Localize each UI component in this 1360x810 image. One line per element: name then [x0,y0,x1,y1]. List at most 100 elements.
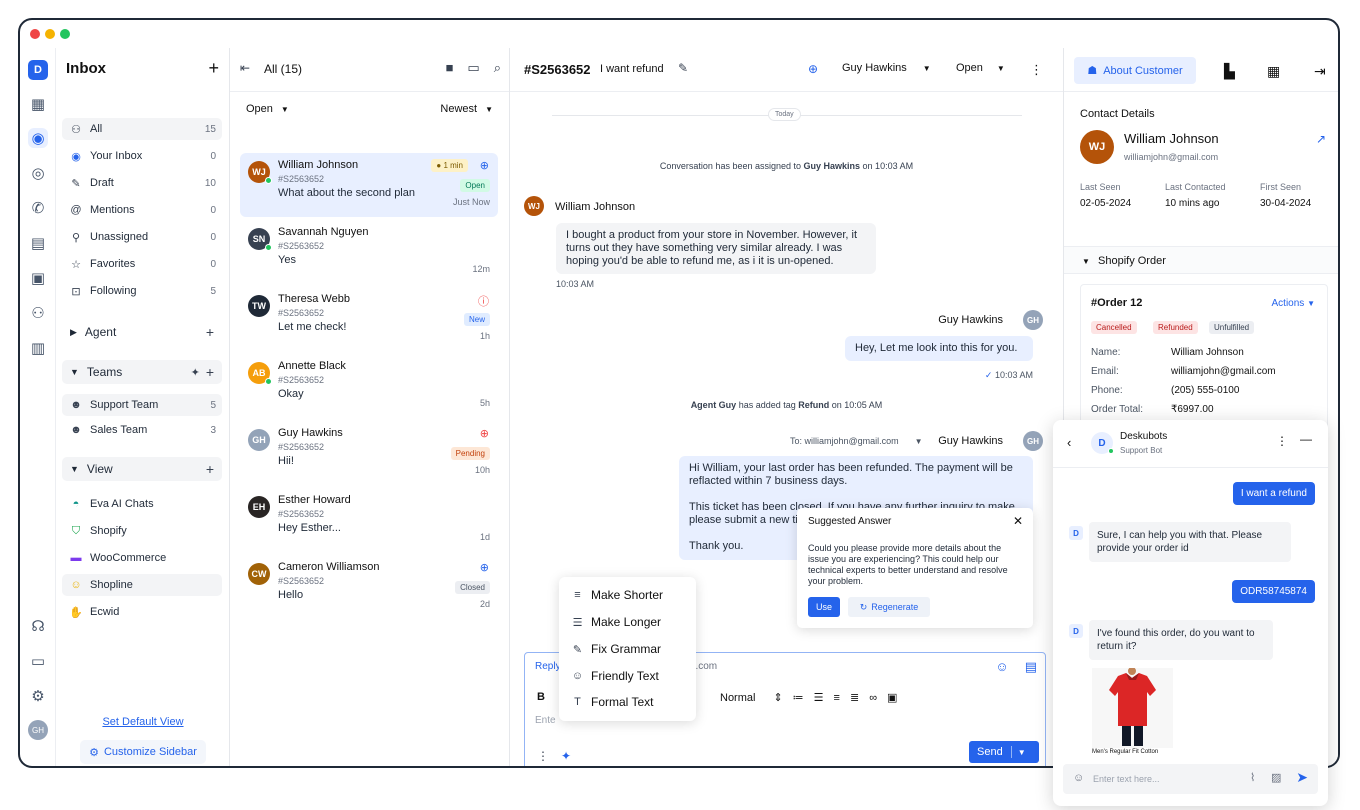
menu-item-make-longer[interactable]: ☰ Make Longer [571,615,661,629]
view-section[interactable]: ▼ View + [62,457,222,481]
order-actions-dropdown[interactable]: Actions ▼ [1272,298,1316,309]
target-icon[interactable]: ◎ [28,163,48,183]
align-left-icon[interactable]: ≡ [834,692,840,704]
chevron-down-icon[interactable]: ▼ [1018,748,1026,757]
ordered-list-icon[interactable]: ≔ [793,691,804,704]
shop-icon[interactable]: ▙ [1224,63,1235,80]
users-icon[interactable]: ⚇ [28,303,48,323]
apps-grid-icon[interactable]: ▦ [1267,63,1280,80]
add-inbox-button[interactable]: + [208,58,219,79]
image-icon[interactable]: ▨ [1271,771,1281,784]
note-icon[interactable]: ▤ [1025,659,1037,675]
sidebar-item-all[interactable]: ⚇ All 15 [62,118,222,140]
send-button[interactable]: Send ▼ [969,741,1039,763]
folder-icon[interactable]: ▣ [887,691,897,704]
user-avatar[interactable]: GH [28,720,48,740]
emoji-icon[interactable]: ☺ [1073,772,1084,784]
conversation-item[interactable]: CW Cameron Williamson #S2563652 Hello ⊕ … [240,555,498,619]
conversation-item[interactable]: AB Annette Black #S2563652 Okay 5h [240,354,498,418]
attachment-icon[interactable]: ⌇ [1250,771,1255,784]
bullet-list-icon[interactable]: ☰ [814,691,824,704]
dashboard-icon[interactable]: ▦ [28,94,48,114]
ai-sparkle-icon[interactable]: ✦ [561,749,571,763]
chat-icon[interactable]: ◉ [28,128,48,148]
customize-sidebar-button[interactable]: ⚙ Customize Sidebar [80,740,206,764]
download-icon[interactable]: ⊕ [808,62,818,76]
regenerate-button[interactable]: ↻ Regenerate [848,597,930,617]
more-options-icon[interactable]: ⋮ [1030,62,1043,78]
sidebar-item-unassigned[interactable]: ⚲ Unassigned 0 [62,226,222,248]
link-icon[interactable]: ∞ [869,692,877,704]
whatsapp-icon[interactable]: ✆ [28,198,48,218]
set-default-view-link[interactable]: Set Default View [56,716,230,728]
back-icon[interactable]: ‹ [1067,435,1071,450]
text-style-select[interactable]: Normal [720,692,755,704]
external-link-icon[interactable]: ↗ [1316,132,1326,146]
sidebar-item-shopify[interactable]: ⛉ Shopify [62,520,222,542]
shopify-order-section[interactable]: ▼ Shopify Order [1064,246,1338,274]
use-button[interactable]: Use [808,597,840,617]
add-agent-icon[interactable]: + [206,324,214,340]
sidebar-item-eva-ai[interactable]: ◓ Eva AI Chats [62,493,222,515]
close-window-dot[interactable] [30,29,40,39]
sidebar-item-following[interactable]: ⊡ Following 5 [62,280,222,302]
sidebar-item-draft[interactable]: ✎ Draft 10 [62,172,222,194]
add-team-icon[interactable]: + [206,364,214,380]
sidebar-item-your-inbox[interactable]: ◉ Your Inbox 0 [62,145,222,167]
minimize-window-dot[interactable] [45,29,55,39]
ai-rewrite-icon[interactable]: ☺ [995,659,1008,675]
minimize-icon[interactable]: — [1300,432,1312,446]
conversation-item[interactable]: TW Theresa Webb #S2563652 Let me check! … [240,287,498,351]
align-right-icon[interactable]: ≣ [850,691,859,704]
billing-icon[interactable]: ▭ [28,651,48,671]
conversation-item[interactable]: SN Savannah Nguyen #S2563652 Yes 12m [240,220,498,284]
reports-icon[interactable]: ▥ [28,338,48,358]
sidebar-item-mentions[interactable]: @ Mentions 0 [62,199,222,221]
add-view-icon[interactable]: + [206,461,214,477]
bold-button[interactable]: B [537,691,545,703]
sidebar-item-shopline[interactable]: ☺ Shopline [62,574,222,596]
about-customer-tab[interactable]: ☗ About Customer [1074,57,1196,84]
close-icon[interactable]: ✕ [1013,514,1023,528]
widget-message-input[interactable]: ☺ Enter text here... ⌇ ▨ ➤ [1063,764,1318,794]
more-icon[interactable]: ⋮ [537,749,549,763]
conversation-item[interactable]: GH Guy Hawkins #S2563652 Hii! ⊕ Pending … [240,421,498,485]
contact-card-icon[interactable]: ▣ [28,268,48,288]
menu-item-make-shorter[interactable]: ≡ Make Shorter [571,588,663,602]
assignee-dropdown[interactable]: Guy Hawkins ▼ [842,62,931,74]
maximize-window-dot[interactable] [60,29,70,39]
app-logo-icon[interactable]: D [28,60,48,80]
edit-icon[interactable]: ✎ [678,61,688,75]
headset-icon[interactable]: ☊ [28,616,48,636]
clipboard-icon[interactable]: ▤ [28,233,48,253]
teams-section[interactable]: ▼ Teams ✦ + [62,360,222,384]
conversation-item[interactable]: WJ William Johnson #S2563652 What about … [240,153,498,217]
reply-tab[interactable]: Reply [535,661,561,672]
search-icon[interactable]: ⌕ [494,60,501,76]
status-filter-dropdown[interactable]: Open ▼ [246,103,289,115]
menu-item-friendly-text[interactable]: ☺ Friendly Text [571,669,659,683]
settings-icon[interactable]: ⚙ [28,686,48,706]
chevron-down-icon[interactable]: ▼ [915,437,923,446]
sort-dropdown[interactable]: Newest ▼ [440,103,493,115]
more-options-icon[interactable]: ⋮ [1276,434,1288,448]
sidebar-item-favorites[interactable]: ☆ Favorites 0 [62,253,222,275]
reply-input[interactable]: Ente [535,715,556,726]
collapse-panel-icon[interactable]: ⇥ [1314,63,1326,80]
menu-item-formal-text[interactable]: T Formal Text [571,695,653,709]
collapse-icon[interactable]: ⇤ [240,61,250,75]
product-image[interactable] [1092,667,1173,760]
view-list-icon[interactable]: ▭ [467,60,479,76]
sidebar-item-support-team[interactable]: ☻ Support Team 5 [62,394,222,416]
sidebar-item-woocommerce[interactable]: ▬ WooCommerce [62,547,222,569]
send-icon[interactable]: ➤ [1296,769,1308,786]
agent-section[interactable]: ▶ Agent + [62,320,222,344]
sidebar-item-sales-team[interactable]: ☻ Sales Team 3 [62,419,222,441]
view-card-icon[interactable]: ■ [446,60,454,76]
sidebar-item-ecwid[interactable]: ✋ Ecwid [62,601,222,623]
conversation-item[interactable]: EH Esther Howard #S2563652 Hey Esther...… [240,488,498,552]
status-dropdown[interactable]: Open ▼ [956,62,1005,74]
menu-item-fix-grammar[interactable]: ✎ Fix Grammar [571,642,661,656]
updown-icon[interactable]: ⇕ [773,691,782,704]
pin-icon[interactable]: ✦ [191,366,200,379]
